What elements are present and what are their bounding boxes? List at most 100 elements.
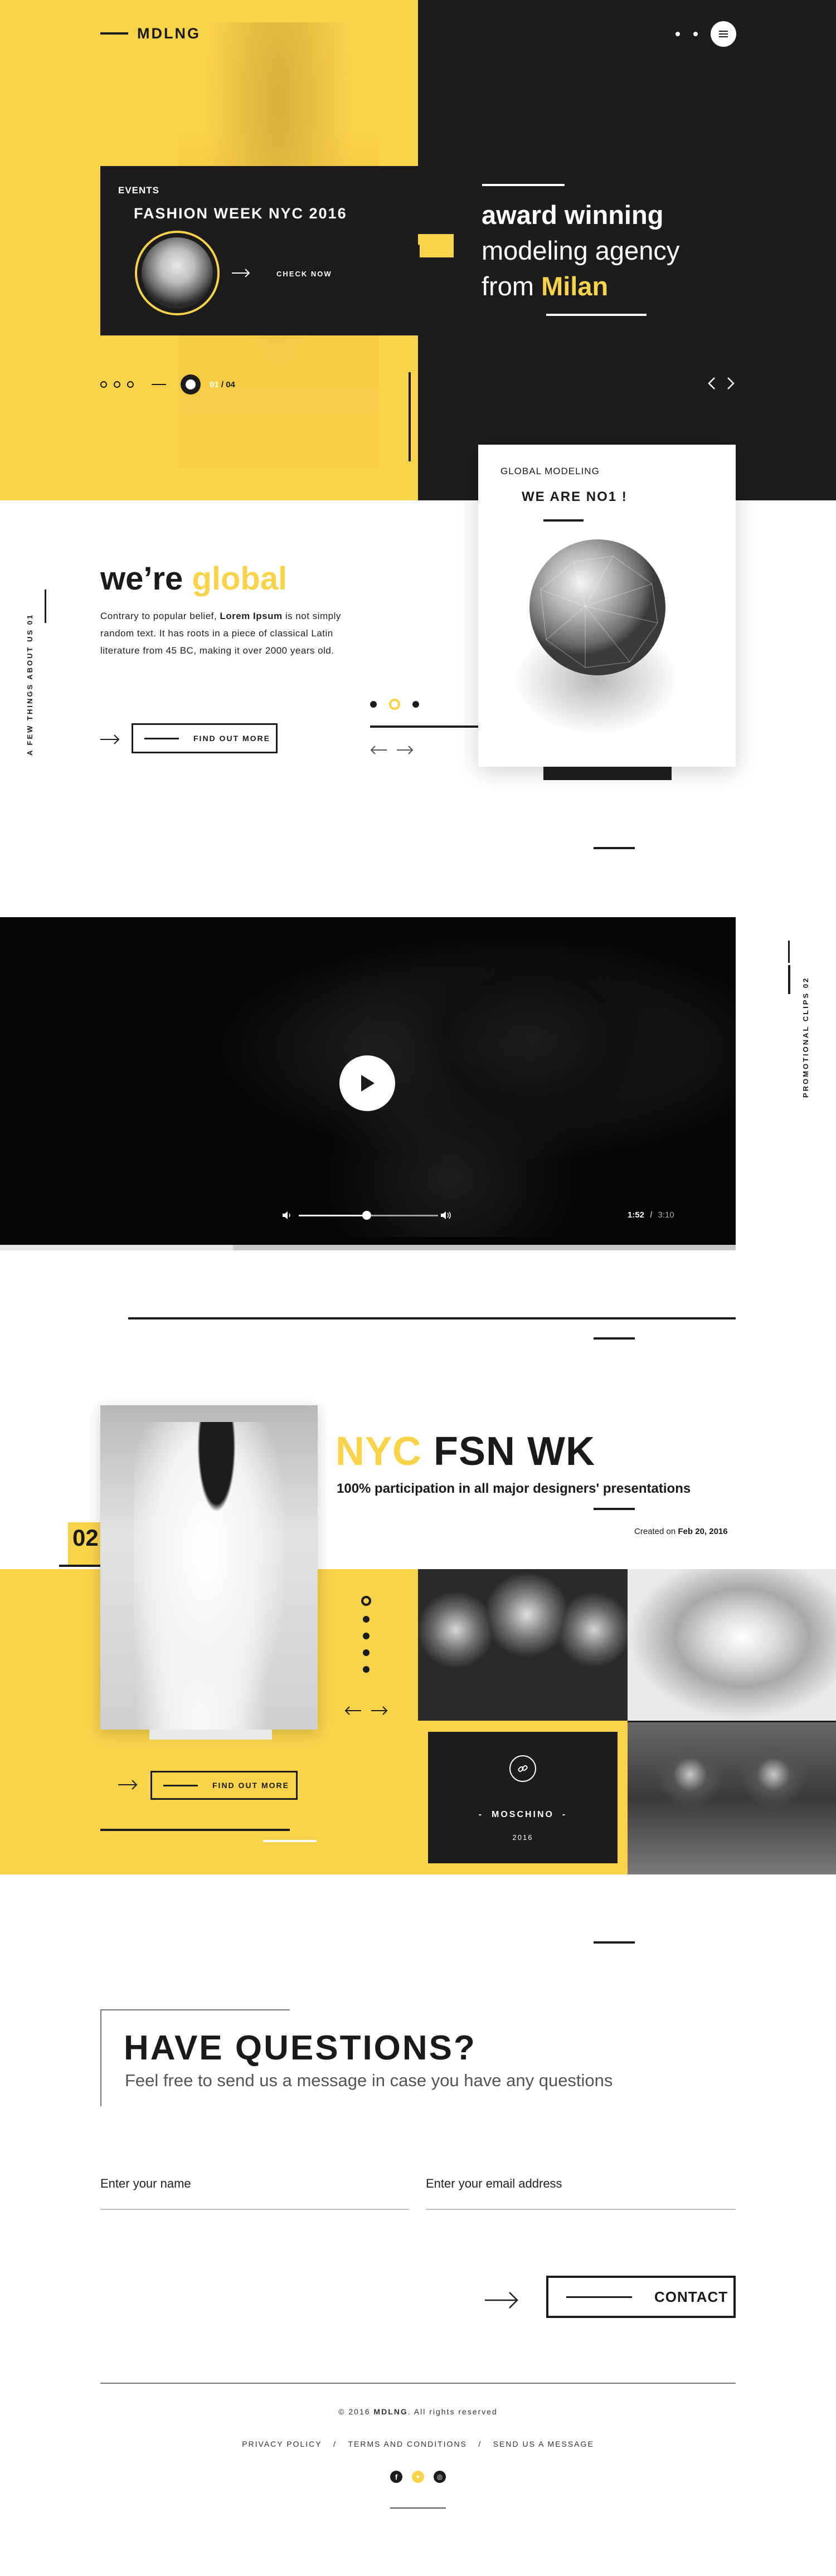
about-title: we’re global bbox=[100, 561, 288, 597]
events-label: EVENTS bbox=[118, 185, 160, 196]
contact-frame-left bbox=[100, 2009, 101, 2106]
footer-copyright: © 2016 MDLNG. All rights reserved bbox=[338, 2407, 498, 2416]
play-icon bbox=[361, 1075, 375, 1092]
fashion-created: Created on Feb 20, 2016 bbox=[634, 1527, 728, 1536]
about-body: Contrary to popular belief, Lorem Ipsum … bbox=[100, 611, 341, 656]
contact-button[interactable]: CONTACT bbox=[546, 2276, 736, 2318]
footer-link-terms[interactable]: TERMS AND CONDITIONS bbox=[348, 2439, 466, 2448]
global-card-bottom-bar bbox=[543, 767, 672, 780]
pager-active-dot[interactable] bbox=[181, 374, 201, 395]
logo-dash bbox=[100, 32, 128, 35]
volume-low-icon[interactable] bbox=[282, 1210, 292, 1220]
gallery-grid-line bbox=[628, 1721, 836, 1722]
headline-line-1: award winning bbox=[482, 200, 664, 230]
pager-dash bbox=[152, 384, 166, 385]
chevron-left-icon[interactable] bbox=[708, 377, 716, 390]
contact-title: HAVE QUESTIONS? bbox=[124, 2029, 477, 2067]
moschino-year: 2016 bbox=[512, 1833, 533, 1842]
fashion-number-underline bbox=[59, 1565, 100, 1567]
fashion-date-line bbox=[594, 1508, 635, 1510]
event-title[interactable]: FASHION WEEK NYC 2016 bbox=[134, 205, 347, 222]
gallery-photo-group[interactable] bbox=[418, 1569, 628, 1721]
chevron-right-icon[interactable] bbox=[727, 377, 735, 390]
volume-high-icon[interactable] bbox=[440, 1210, 453, 1220]
menu-dot[interactable] bbox=[675, 32, 680, 36]
arrow-right-icon[interactable] bbox=[118, 1779, 138, 1791]
global-card-shadow-bar bbox=[543, 434, 626, 445]
arrow-right-icon[interactable] bbox=[232, 267, 251, 279]
name-field[interactable]: Enter your name bbox=[100, 2176, 191, 2191]
pager-dot[interactable] bbox=[100, 381, 107, 388]
global-card-label: GLOBAL MODELING bbox=[500, 466, 600, 476]
slide-number: 01 bbox=[398, 240, 424, 266]
arrow-left-icon[interactable] bbox=[344, 1705, 361, 1716]
volume-knob[interactable] bbox=[362, 1211, 371, 1220]
gallery-dot-active[interactable] bbox=[361, 1596, 371, 1606]
contact-subtitle: Feel free to send us a message in case y… bbox=[125, 2071, 613, 2090]
fashion-model-figure bbox=[134, 1422, 284, 1730]
gallery-photo-abstract[interactable] bbox=[628, 1569, 836, 1721]
instagram-icon[interactable]: ◎ bbox=[434, 2471, 446, 2483]
footer-link-message[interactable]: SEND US A MESSAGE bbox=[493, 2439, 594, 2448]
menu-dot[interactable] bbox=[693, 32, 698, 36]
link-icon[interactable] bbox=[509, 1755, 536, 1782]
arrow-right-icon[interactable] bbox=[100, 733, 120, 746]
arrow-right-icon[interactable] bbox=[485, 2289, 519, 2311]
globe-facets bbox=[540, 556, 658, 668]
gallery-photo-duo[interactable] bbox=[628, 1721, 836, 1874]
about-title-accent: global bbox=[192, 561, 288, 597]
video-side-line bbox=[788, 941, 790, 963]
contact-frame-top bbox=[100, 2009, 290, 2010]
moschino-title: - MOSCHINO - bbox=[478, 1810, 567, 1819]
brand-name: MOSCHINO bbox=[492, 1810, 554, 1819]
email-field-underline bbox=[426, 2209, 736, 2210]
fashion-model-photo[interactable] bbox=[100, 1405, 318, 1730]
about-side-label: A FEW THINGS ABOUT US 01 bbox=[26, 613, 34, 756]
button-dash bbox=[163, 1784, 198, 1786]
arrow-right-icon[interactable] bbox=[397, 744, 414, 756]
fashion-subtitle: 100% participation in all major designer… bbox=[337, 1481, 691, 1496]
gallery-dot[interactable] bbox=[363, 1666, 370, 1673]
fashion-find-out-more-button[interactable]: FIND OUT MORE bbox=[150, 1771, 298, 1800]
video-progress-fill bbox=[0, 1245, 233, 1250]
section-divider bbox=[594, 1941, 635, 1944]
moschino-card[interactable] bbox=[428, 1732, 618, 1863]
button-dash bbox=[566, 2296, 632, 2298]
pager-current: 01 bbox=[210, 380, 219, 389]
video-time: 1:52 / 3:10 bbox=[628, 1210, 674, 1220]
slider-dot[interactable] bbox=[370, 701, 377, 708]
headline-bottom-line bbox=[546, 314, 647, 316]
global-card-title: WE ARE NO1 ! bbox=[522, 489, 628, 504]
logo[interactable]: MDLNG bbox=[137, 25, 201, 42]
fashion-created-date: Feb 20, 2016 bbox=[678, 1527, 728, 1536]
pager-count: 01 / 04 bbox=[210, 380, 235, 389]
gallery-dot[interactable] bbox=[363, 1633, 370, 1639]
about-side-line bbox=[45, 590, 46, 623]
footer-link-privacy[interactable]: PRIVACY POLICY bbox=[242, 2439, 322, 2448]
email-field[interactable]: Enter your email address bbox=[426, 2176, 562, 2191]
slider-dot-active[interactable] bbox=[389, 699, 400, 710]
global-card-dash bbox=[543, 519, 584, 522]
arrow-left-icon[interactable] bbox=[370, 744, 387, 756]
fashion-title-accent: NYC bbox=[336, 1429, 422, 1474]
event-thumbnail[interactable] bbox=[135, 231, 220, 315]
social-yellow-icon[interactable]: ● bbox=[412, 2471, 424, 2483]
about-find-out-more-button[interactable]: FIND OUT MORE bbox=[132, 723, 278, 753]
footer-top-line bbox=[100, 2383, 736, 2384]
menu-button[interactable] bbox=[711, 21, 736, 47]
play-button[interactable] bbox=[339, 1055, 395, 1111]
gallery-dot[interactable] bbox=[363, 1649, 370, 1656]
pager-dot[interactable] bbox=[127, 381, 134, 388]
hamburger-icon bbox=[719, 31, 728, 37]
section-divider bbox=[594, 847, 635, 849]
section-divider bbox=[594, 1337, 635, 1340]
arrow-right-icon[interactable] bbox=[371, 1705, 388, 1716]
check-now-link[interactable]: CHECK NOW bbox=[276, 270, 332, 278]
fashion-title: NYC FSN WK bbox=[336, 1429, 595, 1474]
gallery-dot[interactable] bbox=[363, 1616, 370, 1623]
slider-dot[interactable] bbox=[412, 701, 419, 708]
headline-line-3: from Milan bbox=[482, 271, 609, 301]
facebook-icon[interactable]: f bbox=[390, 2471, 402, 2483]
pager-dot[interactable] bbox=[114, 381, 120, 388]
section-divider bbox=[128, 1317, 736, 1319]
